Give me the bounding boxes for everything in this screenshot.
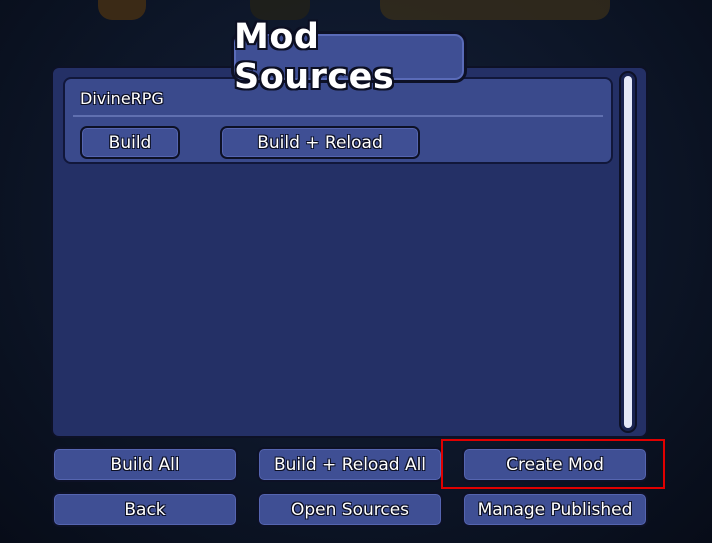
scrollbar[interactable] xyxy=(619,71,637,433)
mod-name: DivineRPG xyxy=(80,89,164,108)
mod-list-panel: DivineRPG Build Build + Reload xyxy=(51,66,648,438)
open-sources-button[interactable]: Open Sources xyxy=(257,492,443,527)
background-tree xyxy=(98,0,146,20)
title-plate: Mod Sources xyxy=(231,17,467,97)
scrollbar-thumb[interactable] xyxy=(624,76,632,428)
build-all-button[interactable]: Build All xyxy=(52,447,238,482)
build-reload-all-button[interactable]: Build + Reload All xyxy=(257,447,443,482)
manage-published-button[interactable]: Manage Published xyxy=(462,492,648,527)
back-button[interactable]: Back xyxy=(52,492,238,527)
create-mod-button[interactable]: Create Mod xyxy=(462,447,648,482)
divider xyxy=(73,115,603,117)
build-reload-button[interactable]: Build + Reload xyxy=(220,126,420,159)
build-button[interactable]: Build xyxy=(80,126,180,159)
page-title: Mod Sources xyxy=(234,17,395,97)
